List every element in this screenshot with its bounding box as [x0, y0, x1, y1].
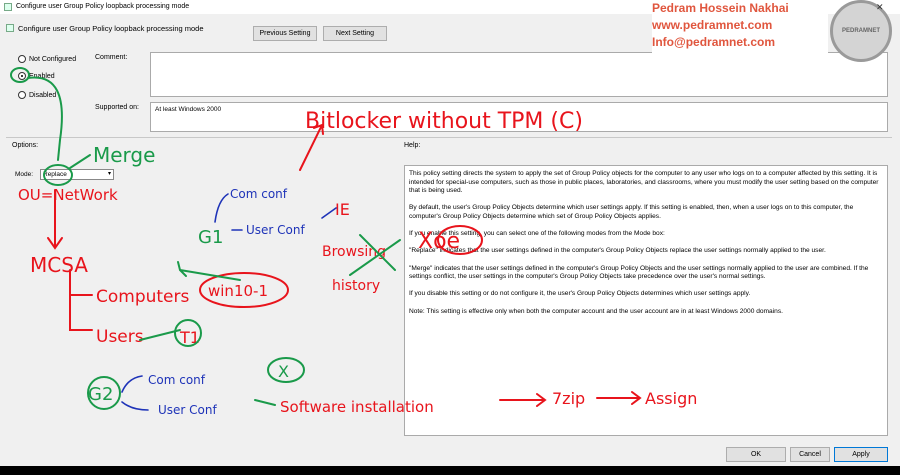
mode-value: Replace: [43, 171, 67, 178]
watermark-email: Info@pedramnet.com: [652, 35, 776, 49]
policy-dialog: Configure user Group Policy loopback pro…: [0, 0, 900, 466]
watermark-site: www.pedramnet.com: [652, 18, 773, 32]
apply-button[interactable]: Apply: [834, 447, 888, 462]
help-paragraph: If you disable this setting or do not co…: [409, 290, 751, 298]
supported-on-label: Supported on:: [95, 104, 139, 111]
chevron-down-icon: ▾: [107, 171, 111, 177]
help-paragraph: If you enable this setting, you can sele…: [409, 230, 665, 238]
window-title: Configure user Group Policy loopback pro…: [16, 3, 190, 10]
disabled-radio[interactable]: Disabled: [18, 91, 56, 99]
help-paragraph: Note: This setting is effective only whe…: [409, 307, 783, 315]
radio-circle: [18, 55, 26, 63]
mode-label: Mode:: [15, 171, 34, 178]
policy-setting-icon: [6, 24, 14, 32]
next-setting-button[interactable]: Next Setting: [323, 26, 387, 41]
comment-label: Comment:: [95, 54, 128, 61]
help-paragraph: "Merge" indicates that the user settings…: [409, 264, 869, 281]
logo-text: PEDRAMNET: [841, 28, 880, 34]
mode-select[interactable]: Replace ▾: [40, 169, 114, 180]
previous-setting-button[interactable]: Previous Setting: [253, 26, 317, 41]
enabled-radio[interactable]: Enabled: [18, 72, 55, 80]
close-icon[interactable]: ✕: [876, 2, 884, 13]
radio-label: Disabled: [29, 91, 57, 99]
help-label: Help:: [404, 142, 421, 149]
not-configured-radio[interactable]: Not Configured: [18, 55, 76, 63]
supported-on-value: At least Windows 2000: [150, 102, 888, 132]
radio-circle: [18, 91, 26, 99]
help-paragraph: "Replace" indicates that the user settin…: [409, 247, 826, 255]
watermark-name: Pedram Hossein Nakhai: [652, 1, 789, 15]
help-paragraph: This policy setting directs the system t…: [409, 170, 879, 195]
options-label: Options:: [12, 142, 39, 149]
ok-button[interactable]: OK: [726, 447, 786, 462]
help-text: This policy setting directs the system t…: [404, 165, 888, 436]
watermark-block: Pedram Hossein Nakhai www.pedramnet.com …: [652, 0, 828, 60]
policy-name: Configure user Group Policy loopback pro…: [18, 24, 204, 33]
radio-label: Not Configured: [29, 55, 77, 63]
cancel-button[interactable]: Cancel: [790, 447, 830, 462]
radio-label: Enabled: [29, 72, 55, 80]
divider: [6, 137, 892, 138]
help-paragraph: By default, the user's Group Policy Obje…: [409, 204, 854, 220]
radio-circle: [18, 72, 26, 80]
policy-icon: [4, 3, 12, 11]
